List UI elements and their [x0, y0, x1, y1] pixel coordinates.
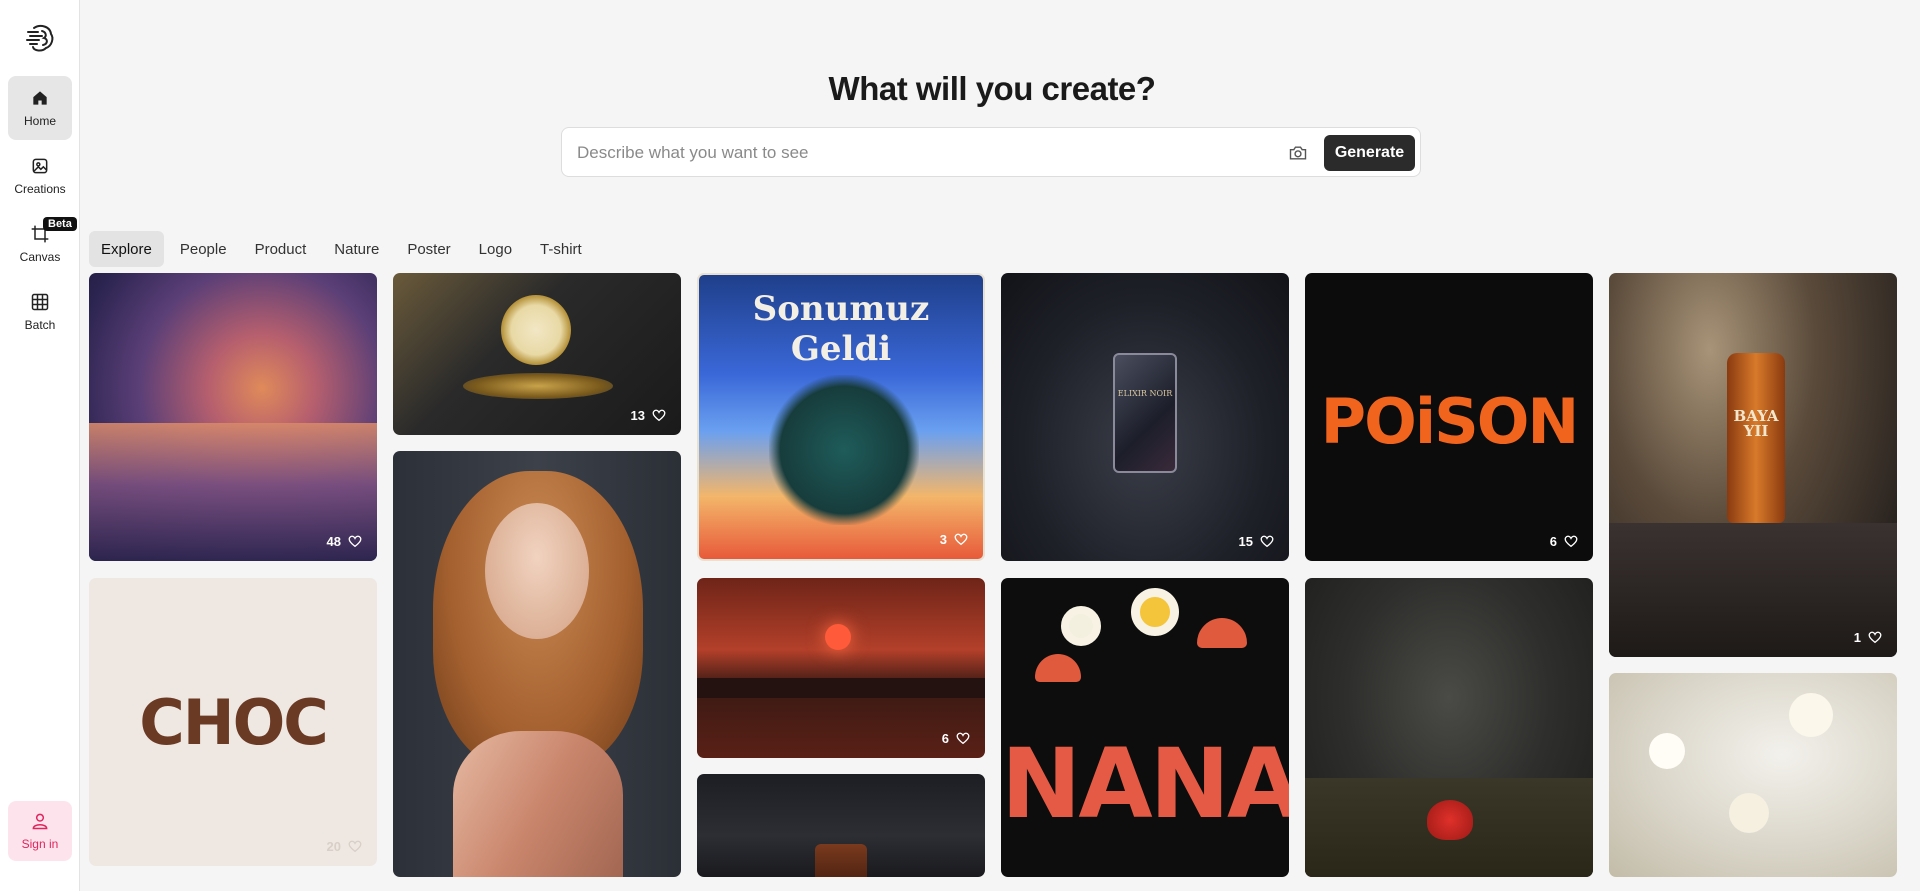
- gallery-card[interactable]: [1609, 673, 1897, 877]
- bottle-label: BAYAYII: [1733, 407, 1779, 440]
- app-logo-icon[interactable]: [24, 22, 56, 54]
- heart-icon: [652, 409, 666, 422]
- gallery-card[interactable]: 48: [89, 273, 377, 561]
- whiskey-bottle: BAYAYII: [1727, 353, 1785, 523]
- flower-shape: [1061, 606, 1101, 646]
- tab-poster[interactable]: Poster: [395, 231, 462, 267]
- like-counter[interactable]: 20: [327, 838, 363, 854]
- card-logo-text: POiSON: [1320, 385, 1580, 458]
- sidebar-item-label: Home: [23, 114, 56, 128]
- gallery-card[interactable]: CHOC 20: [89, 578, 377, 866]
- gallery-card[interactable]: 6: [697, 578, 985, 758]
- tab-nature[interactable]: Nature: [322, 231, 391, 267]
- sun-shape: [825, 624, 851, 650]
- sign-in-label: Sign in: [21, 837, 59, 851]
- tab-people[interactable]: People: [168, 231, 239, 267]
- reaper-figure: [769, 375, 919, 525]
- sidebar-item-batch[interactable]: Batch: [8, 280, 72, 344]
- like-count: 6: [941, 730, 949, 746]
- like-counter[interactable]: 13: [631, 407, 667, 423]
- poppy-shape: [1427, 800, 1473, 840]
- clock-base: [463, 373, 613, 399]
- grid-icon: [31, 293, 49, 311]
- sidebar-item-home[interactable]: Home: [8, 76, 72, 140]
- gallery-card[interactable]: [1305, 578, 1593, 877]
- sidebar: Home Creations Canvas Beta Batch Sign in: [0, 0, 80, 891]
- heart-icon: [1868, 631, 1882, 644]
- like-counter[interactable]: 6: [1550, 533, 1579, 549]
- sign-in-button[interactable]: Sign in: [8, 801, 72, 861]
- image-icon: [32, 158, 48, 174]
- heart-icon: [954, 533, 968, 546]
- like-count: 6: [1549, 533, 1557, 549]
- heart-icon: [348, 535, 362, 548]
- gallery-card[interactable]: [697, 774, 985, 877]
- blossom-shape: [1729, 793, 1769, 833]
- treeline-shape: [697, 678, 985, 698]
- gallery-card[interactable]: 13: [393, 273, 681, 435]
- page-title: What will you create?: [828, 70, 1156, 107]
- heart-icon: [1564, 535, 1578, 548]
- sidebar-item-label: Canvas: [19, 250, 61, 264]
- like-counter[interactable]: 3: [940, 531, 969, 547]
- like-count: 15: [1238, 533, 1253, 549]
- camera-icon[interactable]: [1288, 143, 1308, 163]
- tab-tshirt[interactable]: T-shirt: [528, 231, 594, 267]
- like-count: 3: [939, 531, 947, 547]
- card-logo-text: CHOC: [139, 686, 329, 759]
- like-count: 20: [326, 838, 341, 854]
- sidebar-item-creations[interactable]: Creations: [8, 144, 72, 208]
- heart-icon: [1260, 535, 1274, 548]
- sidebar-item-label: Creations: [14, 182, 66, 196]
- blossom-shape: [1649, 733, 1685, 769]
- gallery-card[interactable]: [393, 451, 681, 877]
- face-shape: [485, 503, 589, 639]
- gallery-card[interactable]: POiSON 6: [1305, 273, 1593, 561]
- like-counter[interactable]: 15: [1239, 533, 1275, 549]
- category-tabs: Explore People Product Nature Poster Log…: [89, 231, 594, 267]
- clock-face: [501, 295, 571, 365]
- heart-icon: [956, 732, 970, 745]
- like-counter[interactable]: 48: [327, 533, 363, 549]
- sidebar-item-label: Batch: [24, 318, 56, 332]
- gallery-card[interactable]: Sonumuz Geldi 3: [697, 273, 985, 561]
- blossom-shape: [1789, 693, 1833, 737]
- prompt-bar: Generate: [561, 127, 1421, 177]
- like-counter[interactable]: 1: [1854, 629, 1883, 645]
- bottle-label: ELIXIR NOIR: [1117, 389, 1173, 398]
- like-counter[interactable]: 6: [942, 730, 971, 746]
- home-icon: [33, 91, 47, 105]
- gallery-card[interactable]: BAYAYII 1: [1609, 273, 1897, 657]
- like-count: 1: [1853, 629, 1861, 645]
- beta-badge: Beta: [43, 217, 77, 231]
- tab-logo[interactable]: Logo: [467, 231, 524, 267]
- gallery-card[interactable]: ELIXIR NOIR 15: [1001, 273, 1289, 561]
- heart-icon: [348, 840, 362, 853]
- like-count: 48: [326, 533, 341, 549]
- candle-shape: [815, 844, 867, 877]
- card-tshirt-text: NANA: [1001, 728, 1289, 840]
- dress-shape: [453, 731, 623, 877]
- card-poster-title: Sonumuz Geldi: [752, 289, 930, 369]
- prompt-input[interactable]: [577, 140, 1267, 166]
- user-icon: [32, 813, 48, 830]
- tab-explore[interactable]: Explore: [89, 231, 164, 267]
- gallery-card[interactable]: NANA: [1001, 578, 1289, 877]
- page-bottom-strip: [80, 877, 1920, 891]
- generate-button[interactable]: Generate: [1324, 135, 1415, 171]
- mushroom-shape: [1035, 654, 1081, 682]
- mushroom-shape: [1197, 618, 1247, 648]
- like-count: 13: [630, 407, 645, 423]
- flower-shape: [1131, 588, 1179, 636]
- perfume-bottle: ELIXIR NOIR: [1113, 353, 1177, 473]
- tab-product[interactable]: Product: [243, 231, 319, 267]
